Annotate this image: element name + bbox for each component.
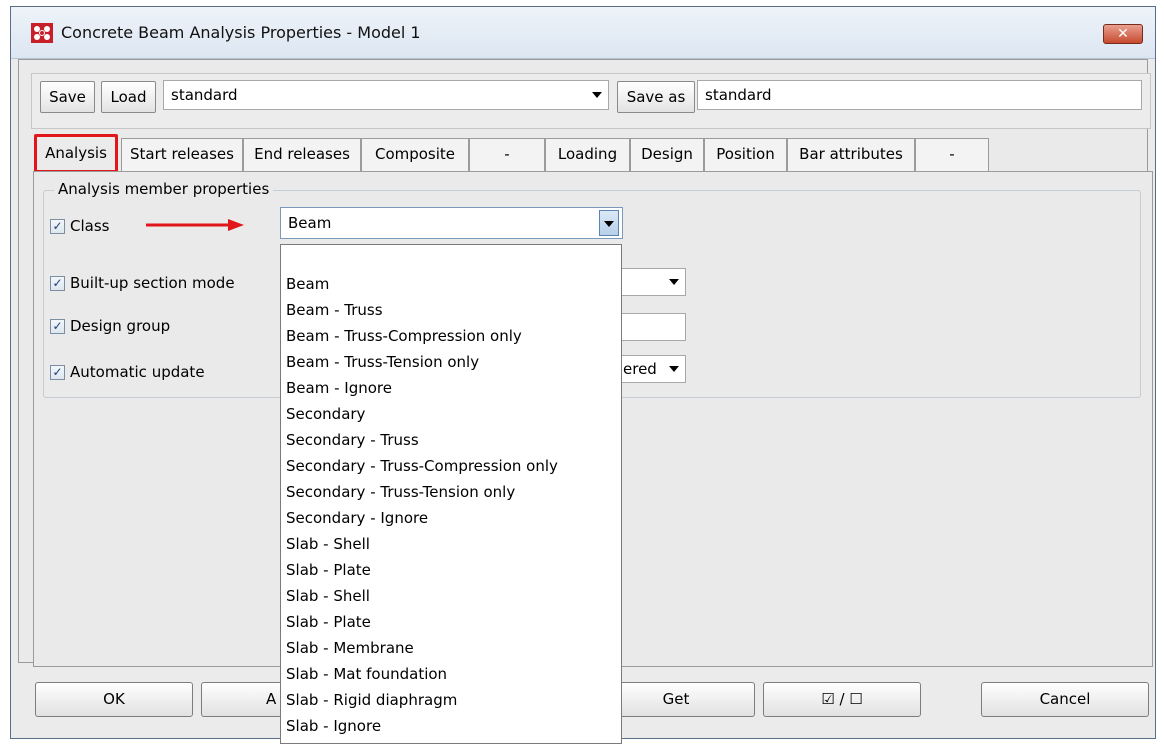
save-button[interactable]: Save — [40, 81, 95, 113]
class-dropdown-list: Beam Beam - Truss Beam - Truss-Compressi… — [280, 244, 622, 744]
chevron-down-icon — [669, 366, 679, 372]
class-select[interactable]: Beam — [280, 207, 623, 239]
ok-button[interactable]: OK — [35, 682, 193, 717]
dropdown-option[interactable]: Slab - Plate — [286, 613, 371, 631]
cancel-button[interactable]: Cancel — [981, 682, 1149, 717]
class-checkbox[interactable]: ✓ — [50, 219, 65, 234]
save-as-name-input[interactable]: standard — [697, 80, 1142, 110]
dropdown-option[interactable]: Slab - Shell — [286, 587, 370, 605]
dropdown-option[interactable]: Beam - Truss-Tension only — [286, 353, 479, 371]
chevron-down-icon — [669, 279, 679, 285]
dropdown-option[interactable]: Beam - Ignore — [286, 379, 392, 397]
toggle-all-button[interactable]: ☑ / ☐ — [763, 682, 921, 717]
design-group-label: Design group — [70, 317, 171, 335]
tab-dash-1[interactable]: - — [469, 138, 545, 171]
red-arrow-icon — [146, 219, 244, 231]
tab-bar-attributes[interactable]: Bar attributes — [787, 138, 915, 171]
dropdown-option[interactable]: Secondary - Truss-Compression only — [286, 457, 558, 475]
apply-button[interactable]: A — [201, 682, 287, 717]
dropdown-option[interactable]: Beam - Truss — [286, 301, 383, 319]
tab-design[interactable]: Design — [630, 138, 704, 171]
dropdown-option[interactable]: Slab - Rigid diaphragm — [286, 691, 457, 709]
close-icon: ✕ — [1117, 26, 1129, 42]
dropdown-option[interactable]: Secondary - Truss-Tension only — [286, 483, 515, 501]
tab-composite[interactable]: Composite — [361, 138, 469, 171]
chevron-down-icon — [592, 92, 602, 98]
close-button[interactable]: ✕ — [1103, 24, 1143, 44]
tab-dash-2[interactable]: - — [915, 138, 989, 171]
preset-select-value: standard — [171, 86, 238, 104]
automatic-update-checkbox[interactable]: ✓ — [50, 365, 65, 380]
tab-loading[interactable]: Loading — [545, 138, 630, 171]
window-title: Concrete Beam Analysis Properties - Mode… — [61, 23, 421, 42]
design-group-checkbox[interactable]: ✓ — [50, 319, 65, 334]
dropdown-option[interactable]: Beam - Truss-Compression only — [286, 327, 522, 345]
group-title: Analysis member properties — [54, 180, 274, 198]
automatic-update-label: Automatic update — [70, 363, 205, 381]
tab-position[interactable]: Position — [704, 138, 787, 171]
built-up-section-mode-label: Built-up section mode — [70, 274, 235, 292]
dropdown-option[interactable]: Secondary — [286, 405, 365, 423]
dropdown-option[interactable]: Slab - Shell — [286, 535, 370, 553]
dropdown-option[interactable]: Slab - Ignore — [286, 717, 381, 735]
automatic-update-value: ered — [623, 360, 657, 378]
class-label: Class — [70, 217, 110, 235]
tab-start-releases[interactable]: Start releases — [121, 138, 243, 171]
dropdown-option[interactable]: Slab - Mat foundation — [286, 665, 447, 683]
preset-select[interactable]: standard — [163, 80, 609, 110]
built-up-section-mode-checkbox[interactable]: ✓ — [50, 276, 65, 291]
dropdown-option[interactable]: Slab - Plate — [286, 561, 371, 579]
class-select-dropdown-button[interactable] — [599, 210, 619, 236]
save-as-name-value: standard — [705, 86, 772, 104]
app-logo-icon — [31, 23, 53, 43]
dropdown-option[interactable]: Slab - Membrane — [286, 639, 414, 657]
dropdown-option[interactable]: Secondary - Ignore — [286, 509, 428, 527]
tab-analysis[interactable]: Analysis — [34, 134, 118, 173]
chevron-down-icon — [604, 221, 614, 227]
title-bar: Concrete Beam Analysis Properties - Mode… — [11, 7, 1155, 59]
tab-end-releases[interactable]: End releases — [243, 138, 361, 171]
save-as-button[interactable]: Save as — [617, 81, 695, 113]
class-select-value: Beam — [288, 214, 332, 232]
dropdown-option[interactable]: Secondary - Truss — [286, 431, 419, 449]
dropdown-option[interactable]: Beam — [286, 275, 329, 293]
load-button[interactable]: Load — [101, 81, 156, 113]
